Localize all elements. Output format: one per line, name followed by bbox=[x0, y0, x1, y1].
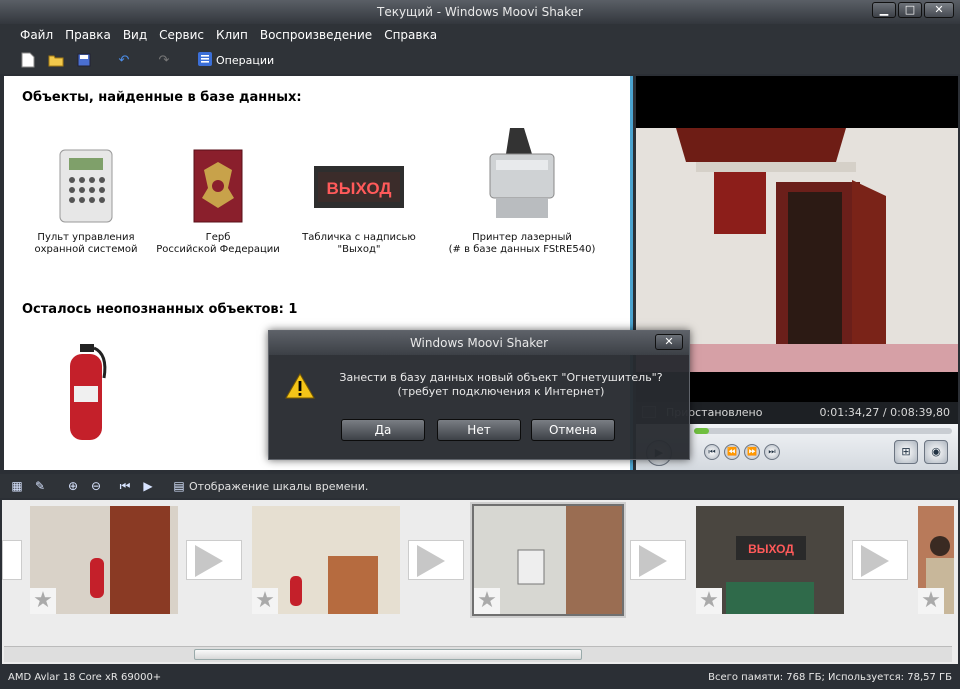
next-icon[interactable]: ▶ bbox=[141, 479, 155, 493]
no-button[interactable]: Нет bbox=[437, 419, 521, 441]
status-bar: AMD Avlar 18 Core xR 69000+ Всего памяти… bbox=[0, 666, 960, 689]
menu-edit[interactable]: Правка bbox=[59, 24, 117, 46]
list-icon bbox=[198, 51, 212, 69]
zoom-out-icon[interactable]: ⊖ bbox=[89, 479, 103, 493]
tool-icon[interactable]: ✎ bbox=[33, 479, 47, 493]
memory-info: Всего памяти: 768 ГБ; Используется: 78,5… bbox=[708, 672, 952, 683]
operations-button[interactable]: Операции bbox=[198, 51, 275, 69]
timeline-view-icon[interactable]: ▤ bbox=[172, 479, 186, 493]
object-label-line1: Герб bbox=[205, 232, 231, 243]
star-icon[interactable]: ★ bbox=[696, 588, 722, 614]
yes-button[interactable]: Да bbox=[341, 419, 425, 441]
undo-icon[interactable]: ↶ bbox=[116, 52, 132, 68]
exit-sign-text: ВЫХОД bbox=[748, 542, 794, 556]
object-printer[interactable]: Принтер лазерный (# в базе данных FStRE5… bbox=[442, 124, 602, 256]
new-file-icon[interactable] bbox=[20, 52, 36, 68]
object-label-line1: Принтер лазерный bbox=[472, 232, 572, 243]
security-panel-image bbox=[59, 149, 113, 223]
fire-extinguisher-image[interactable] bbox=[64, 342, 110, 444]
exit-sign-image: ВЫХОД bbox=[314, 166, 404, 208]
object-security-panel[interactable]: Пульт управления охранной системой bbox=[16, 146, 156, 256]
menu-view[interactable]: Вид bbox=[117, 24, 153, 46]
confirm-dialog: Windows Moovi Shaker ✕ Занести в базу да… bbox=[268, 330, 690, 460]
menu-clip[interactable]: Клип bbox=[210, 24, 254, 46]
menu-help[interactable]: Справка bbox=[378, 24, 443, 46]
timeline-view-label[interactable]: Отображение шкалы времени. bbox=[189, 480, 368, 493]
storyboard-icon[interactable]: ▦ bbox=[10, 479, 24, 493]
player-time: 0:01:34,27 / 0:08:39,80 bbox=[819, 406, 951, 419]
dialog-message-line1: Занести в базу данных новый объект "Огне… bbox=[339, 371, 663, 384]
camera-icon[interactable]: ◉ bbox=[924, 440, 948, 464]
object-label-line2: "Выход" bbox=[337, 244, 381, 255]
storyboard: ★ ★ ★ ВЫХОД ★ ★ bbox=[2, 500, 958, 664]
star-icon[interactable]: ★ bbox=[474, 588, 500, 614]
scroll-thumb[interactable] bbox=[194, 649, 582, 660]
clip-thumbnail[interactable]: ★ bbox=[30, 506, 178, 614]
object-label-line1: Табличка с надписью bbox=[302, 232, 416, 243]
transition-slot[interactable] bbox=[408, 540, 464, 580]
dialog-title: Windows Moovi Shaker bbox=[269, 331, 689, 355]
unrecognized-heading: Осталось неопознанных объектов: 1 bbox=[22, 302, 298, 317]
object-label-line2: Российской Федерации bbox=[156, 244, 280, 255]
skip-forward-icon[interactable]: ⏭ bbox=[764, 444, 780, 460]
seek-progress bbox=[694, 428, 710, 434]
open-folder-icon[interactable] bbox=[48, 52, 64, 68]
rewind-icon[interactable]: ⏪ bbox=[724, 444, 740, 460]
star-icon[interactable]: ★ bbox=[918, 588, 944, 614]
object-label-line1: Пульт управления bbox=[37, 232, 135, 243]
coat-of-arms-image bbox=[193, 149, 243, 223]
operations-label: Операции bbox=[216, 53, 275, 67]
menu-bar: Файл Правка Вид Сервис Клип Воспроизведе… bbox=[0, 24, 960, 46]
window-title: Текущий - Windows Moovi Shaker bbox=[376, 5, 583, 19]
menu-playback[interactable]: Воспроизведение bbox=[254, 24, 378, 46]
clip-thumbnail[interactable]: ВЫХОД ★ bbox=[696, 506, 844, 614]
object-label-line2: (# в базе данных FStRE540) bbox=[448, 244, 596, 255]
fast-forward-icon[interactable]: ⏩ bbox=[744, 444, 760, 460]
maximize-button[interactable]: □ bbox=[898, 2, 922, 18]
horizontal-scrollbar[interactable] bbox=[4, 646, 952, 662]
transition-slot[interactable] bbox=[2, 540, 22, 580]
cpu-info: AMD Avlar 18 Core xR 69000+ bbox=[8, 672, 162, 683]
minimize-button[interactable]: ▁ bbox=[872, 2, 896, 18]
dialog-close-button[interactable]: ✕ bbox=[655, 334, 683, 350]
transition-slot[interactable] bbox=[630, 540, 686, 580]
dialog-message-line2: (требует подключения к Интернет) bbox=[397, 385, 605, 398]
timeline-toolbar: ▦ ✎ ⊕ ⊖ ⏮ ▶ ▤ Отображение шкалы времени. bbox=[0, 474, 960, 498]
dialog-message: Занести в базу данных новый объект "Огне… bbox=[321, 371, 681, 399]
transition-slot[interactable] bbox=[186, 540, 242, 580]
toolbar: ↶ ↷ Операции bbox=[0, 46, 960, 74]
cancel-button[interactable]: Отмена bbox=[531, 419, 615, 441]
transition-slot[interactable] bbox=[852, 540, 908, 580]
close-button[interactable]: ✕ bbox=[924, 2, 954, 18]
seek-bar[interactable] bbox=[694, 428, 952, 434]
menu-service[interactable]: Сервис bbox=[153, 24, 210, 46]
menu-file[interactable]: Файл bbox=[14, 24, 59, 46]
save-icon[interactable] bbox=[76, 52, 92, 68]
clip-thumbnail[interactable]: ★ bbox=[918, 506, 954, 614]
split-icon[interactable]: ⊞ bbox=[894, 440, 918, 464]
found-objects-heading: Объекты, найденные в базе данных: bbox=[22, 90, 302, 105]
clip-thumbnail-selected[interactable]: ★ bbox=[472, 504, 624, 616]
redo-icon[interactable]: ↷ bbox=[156, 52, 172, 68]
object-label-line2: охранной системой bbox=[34, 244, 138, 255]
object-exit-sign[interactable]: ВЫХОД Табличка с надписью "Выход" bbox=[289, 146, 429, 256]
warning-icon bbox=[285, 373, 315, 399]
title-bar: Текущий - Windows Moovi Shaker ▁ □ ✕ bbox=[0, 0, 960, 24]
clip-thumbnail[interactable]: ★ bbox=[252, 506, 400, 614]
exit-sign-text: ВЫХОД bbox=[327, 179, 392, 198]
object-coat-of-arms[interactable]: Герб Российской Федерации bbox=[148, 146, 288, 256]
printer-image bbox=[489, 128, 555, 218]
previous-icon[interactable]: ⏮ bbox=[118, 479, 132, 493]
zoom-in-icon[interactable]: ⊕ bbox=[66, 479, 80, 493]
star-icon[interactable]: ★ bbox=[252, 588, 278, 614]
skip-back-icon[interactable]: ⏮ bbox=[704, 444, 720, 460]
star-icon[interactable]: ★ bbox=[30, 588, 56, 614]
